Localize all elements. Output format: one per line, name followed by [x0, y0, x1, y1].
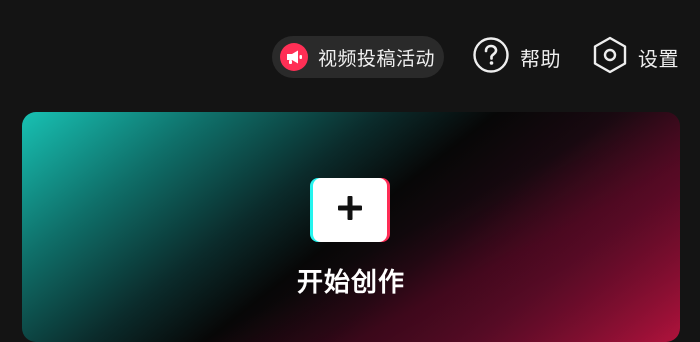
settings-label: 设置 [638, 46, 679, 71]
top-bar: 视频投稿活动 帮助 设置 [0, 0, 700, 112]
megaphone-icon [280, 43, 308, 71]
help-label: 帮助 [520, 46, 561, 71]
question-circle-icon [472, 36, 510, 78]
start-creation-card[interactable]: 开始创作 [22, 112, 680, 342]
start-creation-label: 开始创作 [296, 268, 405, 298]
create-plus-button[interactable] [313, 178, 387, 242]
hexagon-gear-icon [592, 36, 628, 78]
video-campaign-button[interactable]: 视频投稿活动 [272, 36, 444, 78]
video-campaign-label: 视频投稿活动 [318, 47, 436, 70]
settings-button[interactable]: 设置 [592, 36, 679, 78]
plus-icon [335, 193, 365, 227]
help-button[interactable]: 帮助 [472, 36, 561, 78]
